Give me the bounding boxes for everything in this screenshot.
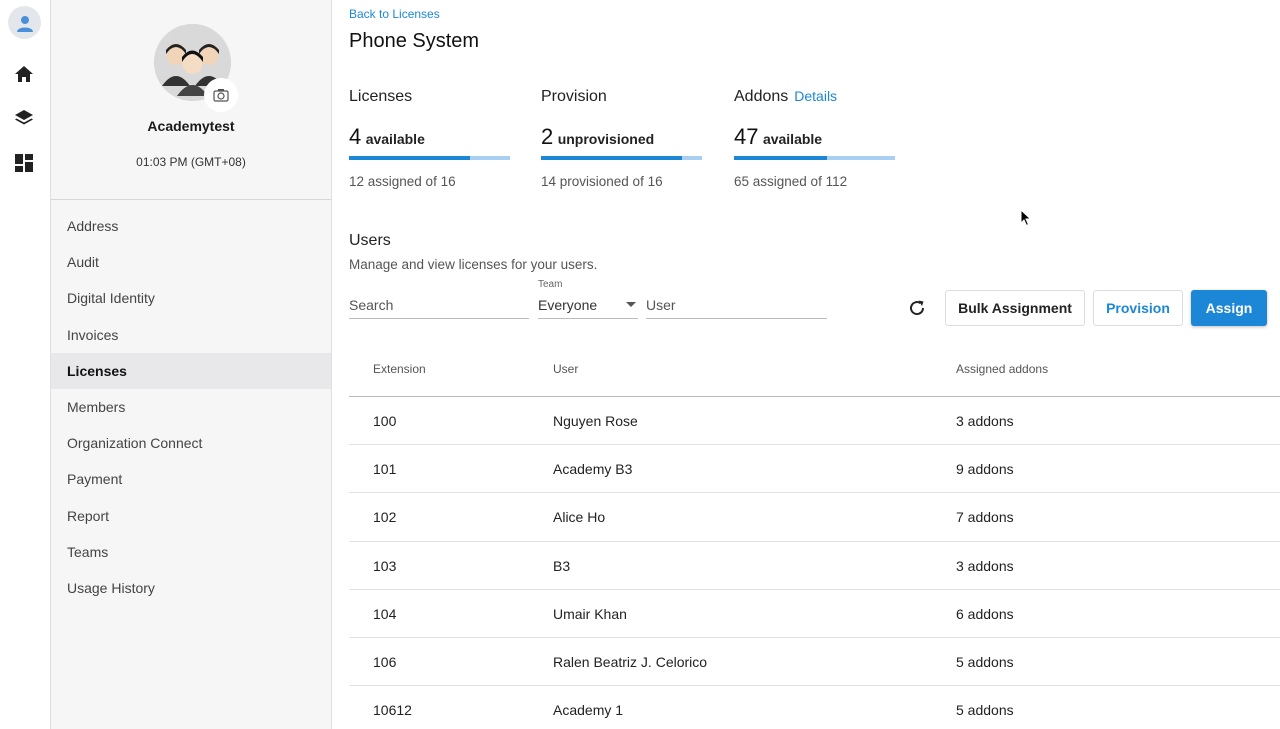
cell-addons: 3 addons <box>956 413 1014 429</box>
cell-extension: 104 <box>373 605 397 622</box>
menu-item-audit[interactable]: Audit <box>51 244 331 280</box>
cell-addons: 7 addons <box>956 509 1014 526</box>
organization-panel: Academytest 01:03 PM (GMT+08) Address Au… <box>51 0 332 729</box>
user-avatar-icon[interactable] <box>8 6 41 39</box>
menu-item-usage-history[interactable]: Usage History <box>51 570 331 606</box>
column-header-assigned-addons[interactable]: Assigned addons <box>956 362 1048 376</box>
provision-button[interactable]: Provision <box>1093 290 1183 326</box>
organization-menu: Address Audit Digital Identity Invoices … <box>51 200 331 606</box>
table-row[interactable]: 10612 Academy 1 5 addons <box>349 686 1280 729</box>
team-select[interactable]: Everyone <box>538 293 638 319</box>
table-row[interactable]: 100 Nguyen Rose 3 addons <box>349 397 1280 446</box>
cell-user: B3 <box>553 557 571 574</box>
cell-extension: 100 <box>373 413 397 429</box>
progress-bar <box>349 156 510 160</box>
progress-fill <box>541 156 682 160</box>
addons-details-link[interactable]: Details <box>794 88 837 104</box>
cell-addons: 3 addons <box>956 557 1014 574</box>
search-input[interactable] <box>349 293 529 317</box>
page-title: Phone System <box>349 30 480 52</box>
cell-extension: 106 <box>373 653 397 670</box>
stat-number: 47 <box>734 124 759 149</box>
cell-user: Alice Ho <box>553 509 606 526</box>
stat-subtext: 14 provisioned of 16 <box>541 174 663 189</box>
cell-addons: 9 addons <box>956 461 1014 478</box>
cell-addons: 5 addons <box>956 653 1014 670</box>
addons-stat: Addons Details 47 available 65 assigned o… <box>734 88 895 189</box>
progress-bar <box>541 156 702 160</box>
stat-value: 2 unprovisioned <box>541 124 702 150</box>
cell-extension: 101 <box>373 461 397 478</box>
mouse-cursor-icon <box>1020 208 1032 232</box>
assign-button[interactable]: Assign <box>1191 290 1267 326</box>
menu-item-members[interactable]: Members <box>51 389 331 425</box>
cell-extension: 103 <box>373 557 397 574</box>
menu-item-payment[interactable]: Payment <box>51 461 331 497</box>
stat-unit: available <box>762 131 823 147</box>
team-select-value: Everyone <box>538 297 598 313</box>
menu-item-organization-connect[interactable]: Organization Connect <box>51 425 331 461</box>
menu-item-invoices[interactable]: Invoices <box>51 317 331 353</box>
organization-time: 01:03 PM (GMT+08) <box>136 155 246 169</box>
search-field <box>349 293 529 319</box>
table-row[interactable]: 104 Umair Khan 6 addons <box>349 590 1280 638</box>
organization-name: Academytest <box>147 118 235 134</box>
refresh-icon[interactable] <box>906 297 928 319</box>
camera-icon[interactable] <box>204 78 238 112</box>
home-icon[interactable] <box>13 63 35 85</box>
stat-label: Provision <box>541 88 607 105</box>
dashboard-icon[interactable] <box>13 152 35 174</box>
left-rail <box>0 0 51 729</box>
stat-label: Addons Details <box>734 88 895 108</box>
organization-header: Academytest 01:03 PM (GMT+08) <box>51 0 331 200</box>
stat-value: 4 available <box>349 124 510 150</box>
menu-item-digital-identity[interactable]: Digital Identity <box>51 280 331 316</box>
cell-user: Academy 1 <box>553 702 624 719</box>
menu-item-address[interactable]: Address <box>51 208 331 244</box>
users-section-description: Manage and view licenses for your users. <box>349 257 598 272</box>
stat-subtext: 12 assigned of 16 <box>349 174 456 189</box>
stat-subtext: 65 assigned of 112 <box>734 174 848 189</box>
table-row[interactable]: 103 B3 3 addons <box>349 542 1280 590</box>
cell-user: Academy B3 <box>553 461 633 478</box>
progress-fill <box>349 156 470 160</box>
team-label: Team <box>538 279 563 290</box>
column-header-user[interactable]: User <box>553 362 578 376</box>
stat-value: 47 available <box>734 124 895 150</box>
user-field <box>646 293 827 319</box>
stat-unit: unprovisioned <box>557 131 655 147</box>
main-content: Back to Licenses Phone System Licenses 4… <box>333 0 1280 729</box>
cell-addons: 6 addons <box>956 605 1014 622</box>
column-header-extension[interactable]: Extension <box>373 362 426 376</box>
stat-label-text: Addons <box>734 88 789 105</box>
provision-stat: Provision 2 unprovisioned 14 provisioned… <box>541 88 702 189</box>
cell-user: Ralen Beatriz J. Celorico <box>553 653 708 670</box>
stat-unit: available <box>365 131 425 147</box>
licenses-stat: Licenses 4 available 12 assigned of 16 <box>349 88 510 189</box>
table-header: Extension User Assigned addons <box>349 341 1280 397</box>
progress-fill <box>734 156 828 160</box>
table-row[interactable]: 106 Ralen Beatriz J. Celorico 5 addons <box>349 638 1280 687</box>
user-filter-input[interactable] <box>646 293 827 317</box>
table-row[interactable]: 102 Alice Ho 7 addons <box>349 493 1280 542</box>
bulk-assignment-button[interactable]: Bulk Assignment <box>945 290 1085 326</box>
users-section-title: Users <box>349 232 391 249</box>
users-table: Extension User Assigned addons 100 Nguyen… <box>349 341 1280 729</box>
cell-extension: 102 <box>373 509 397 526</box>
progress-bar <box>734 156 895 160</box>
stat-label: Licenses <box>349 88 413 105</box>
chevron-down-icon <box>626 302 636 307</box>
cell-user: Umair Khan <box>553 605 627 622</box>
table-row[interactable]: 101 Academy B3 9 addons <box>349 445 1280 494</box>
menu-item-licenses[interactable]: Licenses <box>51 352 331 389</box>
cell-extension: 10612 <box>373 702 412 719</box>
cell-user: Nguyen Rose <box>553 413 638 429</box>
menu-item-teams[interactable]: Teams <box>51 534 331 570</box>
cell-addons: 5 addons <box>956 702 1014 719</box>
stat-number: 4 <box>349 124 362 149</box>
back-to-licenses-link[interactable]: Back to Licenses <box>349 7 440 21</box>
layers-icon[interactable] <box>13 107 35 129</box>
menu-item-report[interactable]: Report <box>51 498 331 534</box>
stat-number: 2 <box>541 124 554 149</box>
